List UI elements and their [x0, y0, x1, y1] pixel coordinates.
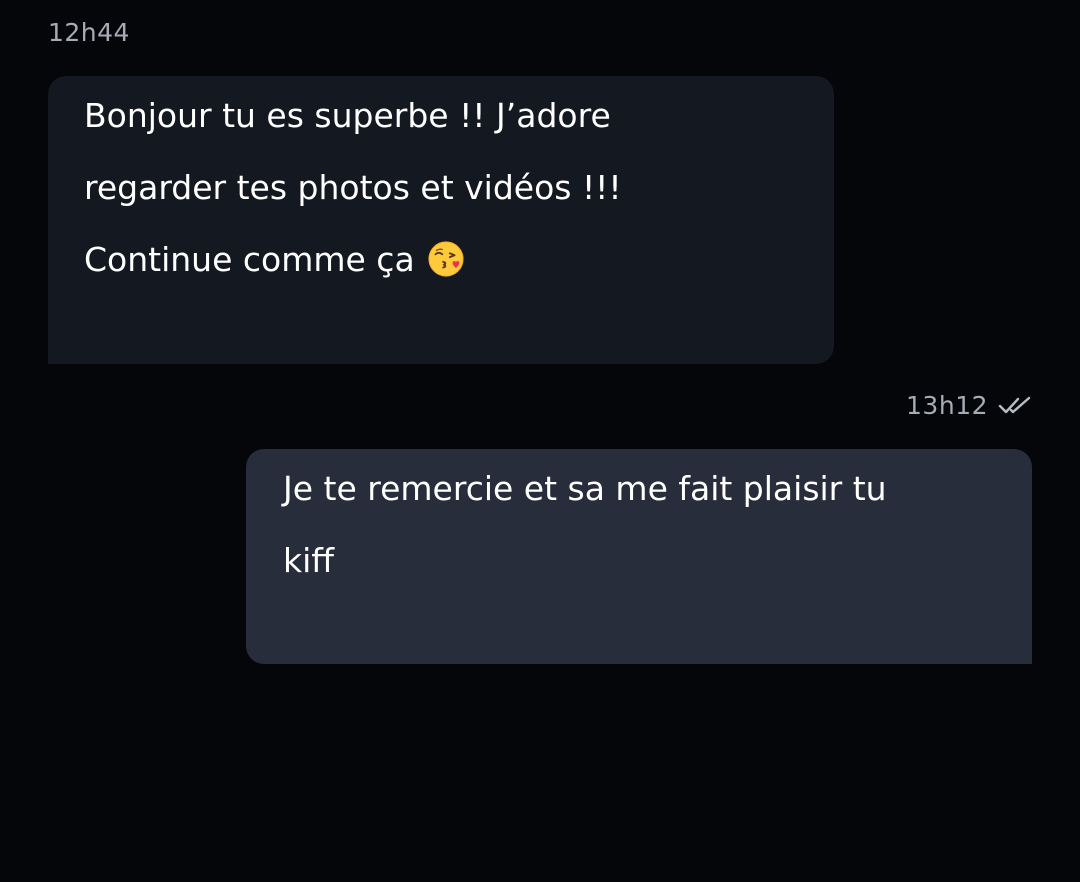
double-check-icon — [998, 396, 1031, 413]
message-line-text: Continue comme ça — [84, 240, 415, 279]
incoming-message-bubble[interactable]: Bonjour tu es superbe !! J’adore regarde… — [48, 76, 834, 364]
outgoing-message-bubble[interactable]: Je te remercie et sa me fait plaisir tu … — [246, 449, 1032, 664]
message-line-with-emoji: Continue comme ça — [84, 224, 804, 296]
message-line: Je te remercie et sa me fait plaisir tu — [283, 469, 887, 508]
incoming-timestamp: 12h44 — [48, 18, 130, 47]
outgoing-meta: 13h12 — [906, 391, 1032, 420]
chat-screen: 12h44 Bonjour tu es superbe !! J’adore r… — [0, 0, 1080, 882]
message-line: regarder tes photos et vidéos !!! — [84, 168, 622, 207]
message-line: Bonjour tu es superbe !! J’adore — [84, 96, 611, 135]
outgoing-timestamp: 13h12 — [906, 391, 988, 420]
message-line: kiff — [283, 541, 335, 580]
face-blowing-a-kiss-icon — [428, 240, 464, 277]
